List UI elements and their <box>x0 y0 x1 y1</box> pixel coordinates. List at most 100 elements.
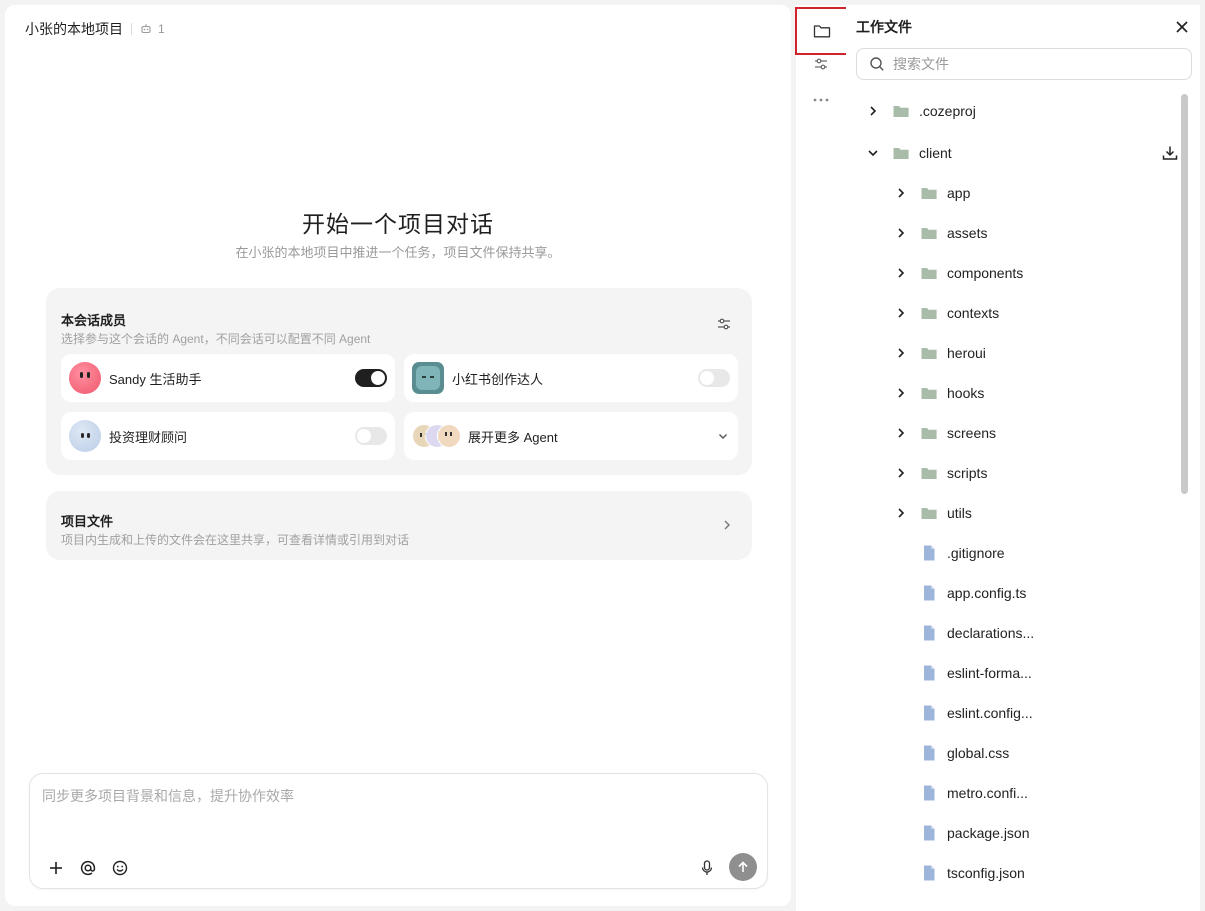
download-icon[interactable] <box>1161 144 1179 162</box>
tree-item-label: screens <box>947 425 997 441</box>
agent-toggle[interactable] <box>355 427 387 445</box>
tree-item-label: .cozeproj <box>919 103 976 119</box>
folder-icon <box>921 228 937 239</box>
tree-item-label: contexts <box>947 305 1000 321</box>
tree-file-row[interactable]: app.config.ts <box>892 573 1174 613</box>
chevron-right-icon[interactable] <box>892 384 910 402</box>
chevron-right-icon[interactable] <box>892 224 910 242</box>
sliders-icon[interactable] <box>716 316 732 332</box>
plus-icon <box>50 862 62 874</box>
chevron-right-icon[interactable] <box>892 504 910 522</box>
file-tree-scrollbar[interactable] <box>1181 94 1188 494</box>
tree-item-label: assets <box>947 225 988 241</box>
smiley-icon <box>112 860 128 876</box>
agent-toggle[interactable] <box>355 369 387 387</box>
tree-file-row[interactable]: declarations... <box>892 613 1174 653</box>
agent-card-investment[interactable]: 投资理财顾问 <box>61 412 395 460</box>
members-subtitle: 选择参与这个会话的 Agent，不同会话可以配置不同 Agent <box>61 332 371 346</box>
folder-icon <box>921 308 937 319</box>
page-subtitle: 在小张的本地项目中推进一个任务，项目文件保持共享。 <box>235 245 561 260</box>
tree-item-label: metro.confi... <box>947 785 1028 801</box>
tree-item-label: hooks <box>947 385 985 401</box>
side-rail <box>795 5 849 911</box>
avatar <box>69 420 101 452</box>
mention-button[interactable] <box>78 858 98 878</box>
tree-item-label: scripts <box>947 465 988 481</box>
tree-file-row[interactable]: .gitignore <box>892 533 1174 573</box>
chevron-right-icon[interactable] <box>892 424 910 442</box>
message-composer <box>29 773 768 889</box>
tree-folder-row[interactable]: hooks <box>892 373 1174 413</box>
chevron-down-icon <box>719 434 727 439</box>
project-name[interactable]: 小张的本地项目 <box>25 19 123 39</box>
agent-count-badge[interactable]: 1 <box>140 22 165 36</box>
rail-files-button[interactable] <box>795 7 849 55</box>
folder-icon <box>921 388 937 399</box>
tree-folder-row[interactable]: scripts <box>892 453 1174 493</box>
chevron-right-icon[interactable] <box>892 344 910 362</box>
tree-file-row[interactable]: tsconfig.json <box>892 853 1174 893</box>
chevron-right-icon[interactable] <box>892 304 910 322</box>
folder-icon <box>893 148 909 159</box>
tree-file-row[interactable]: metro.confi... <box>892 773 1174 813</box>
chevron-right-icon[interactable] <box>892 464 910 482</box>
message-input[interactable] <box>42 788 742 804</box>
file-search-input[interactable] <box>893 56 1173 72</box>
tree-folder-row[interactable]: screens <box>892 413 1174 453</box>
tree-folder-row[interactable]: components <box>892 253 1174 293</box>
tree-item-label: utils <box>947 505 972 521</box>
search-icon <box>870 57 884 71</box>
rail-more-button[interactable] <box>805 84 837 116</box>
tree-file-row[interactable]: global.css <box>892 733 1174 773</box>
folder-icon <box>921 428 937 439</box>
tree-folder-row[interactable]: .cozeproj <box>864 91 1174 131</box>
send-button[interactable] <box>729 853 757 881</box>
folder-icon <box>813 25 831 38</box>
project-files-title: 项目文件 <box>61 514 114 529</box>
close-icon[interactable] <box>1174 19 1190 35</box>
tree-file-row[interactable]: package.json <box>892 813 1174 853</box>
add-button[interactable] <box>46 858 66 878</box>
tree-item-label: components <box>947 265 1024 281</box>
voice-input-button[interactable] <box>697 858 717 878</box>
file-icon <box>924 625 935 641</box>
arrow-up-icon <box>738 861 748 872</box>
file-icon <box>924 745 935 761</box>
tree-item-label: declarations... <box>947 625 1035 641</box>
agent-card-xiaohongshu[interactable]: 小红书创作达人 <box>404 354 738 402</box>
tree-item-label: package.json <box>947 825 1030 841</box>
chevron-right-icon <box>724 520 730 530</box>
expand-more-agents[interactable]: 展开更多 Agent <box>404 412 738 460</box>
chevron-right-icon[interactable] <box>864 102 882 120</box>
chat-main-panel: 小张的本地项目 1 开始一个项目对话 在小张的本地项目中推进一个任务，项目文件保… <box>5 5 791 906</box>
tree-folder-row[interactable]: utils <box>892 493 1174 533</box>
avatar-stack <box>412 424 461 448</box>
chevron-right-icon[interactable] <box>892 184 910 202</box>
chevron-down-icon[interactable] <box>864 144 882 162</box>
file-icon <box>924 825 935 841</box>
chevron-right-icon[interactable] <box>892 264 910 282</box>
folder-icon <box>921 508 937 519</box>
folder-icon <box>893 106 909 117</box>
tree-folder-row[interactable]: heroui <box>892 333 1174 373</box>
tree-file-row[interactable]: eslint-forma... <box>892 653 1174 693</box>
tree-folder-row[interactable]: contexts <box>892 293 1174 333</box>
agent-card-sandy[interactable]: Sandy 生活助手 <box>61 354 395 402</box>
agent-name: 投资理财顾问 <box>109 429 188 445</box>
rail-settings-button[interactable] <box>805 48 837 80</box>
agent-toggle[interactable] <box>698 369 730 387</box>
project-files-card[interactable]: 项目文件 项目内生成和上传的文件会在这里共享，可查看详情或引用到对话 <box>46 491 752 560</box>
tree-file-row[interactable]: eslint.config... <box>892 693 1174 733</box>
tree-folder-row[interactable]: app <box>892 173 1174 213</box>
folder-icon <box>921 468 937 479</box>
emoji-button[interactable] <box>110 858 130 878</box>
tree-folder-row[interactable]: client <box>864 133 1178 173</box>
page-title: 开始一个项目对话 <box>302 211 494 237</box>
file-icon <box>924 665 935 681</box>
tree-folder-row[interactable]: assets <box>892 213 1174 253</box>
members-title: 本会话成员 <box>61 313 127 328</box>
divider <box>131 23 132 35</box>
